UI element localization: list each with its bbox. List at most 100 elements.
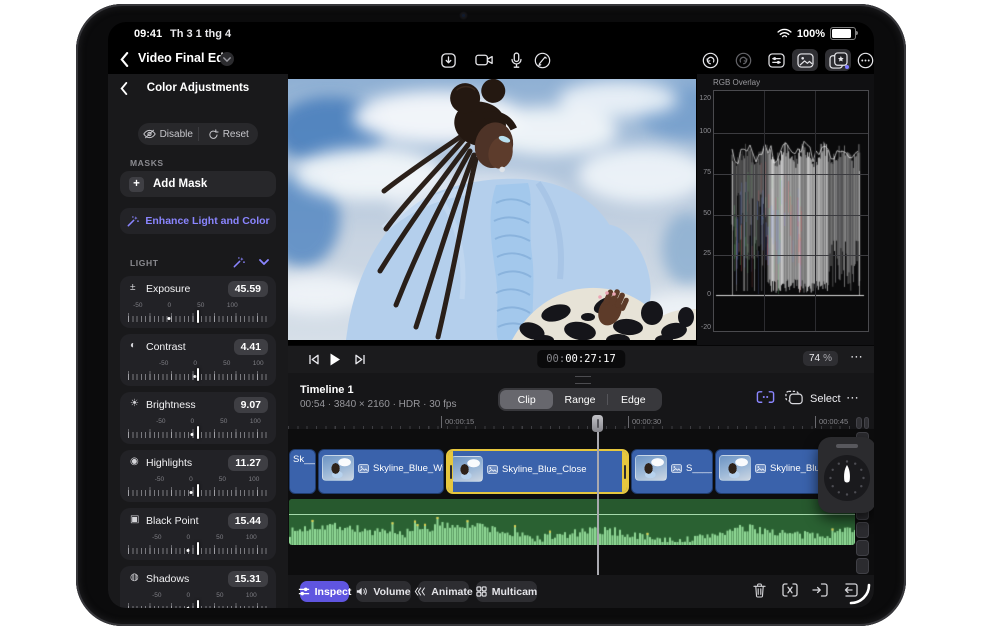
select-button[interactable]: Select — [810, 393, 841, 405]
panel-resize-grip[interactable] — [575, 376, 591, 384]
clip-content: Skyline_Blue_Wide — [322, 455, 444, 481]
split-clip-icon[interactable] — [782, 583, 798, 597]
slider-handle[interactable] — [197, 542, 199, 555]
scrollbar-segment[interactable] — [856, 540, 869, 556]
disable-button[interactable]: Disable — [138, 123, 198, 145]
segment-divider — [607, 394, 608, 405]
slider-row: ◐Contrast4.41 — [120, 339, 276, 357]
slider-ruler[interactable]: -50050100 — [128, 418, 268, 440]
trash-icon[interactable] — [753, 583, 766, 598]
slider-card-shadows[interactable]: ◍Shadows15.31-50050100 — [120, 566, 276, 608]
enhance-light-color-button[interactable]: Enhance Light and Color — [120, 208, 276, 234]
scope-y-tick: 25 — [698, 250, 711, 257]
scope-y-tick: 50 — [698, 210, 711, 217]
slider-ruler[interactable]: -50050100 — [128, 302, 268, 324]
ruler-tick-label: 0 — [190, 418, 194, 425]
slider-ruler[interactable]: -50050100 — [128, 534, 268, 556]
timeline-clip[interactable]: Skyline_Blue_Close — [446, 449, 629, 494]
timeline-clip[interactable]: Sk______ — [289, 449, 316, 494]
timeline-clip[interactable]: S______ — [631, 449, 713, 494]
slider-card-exposure[interactable]: ±Exposure45.59-50050100 — [120, 276, 276, 328]
slider-handle[interactable] — [197, 600, 199, 608]
timeline-more-icon[interactable]: ⋯ — [846, 390, 860, 406]
effects-icon[interactable] — [825, 49, 851, 71]
pencil-tool-icon[interactable] — [529, 49, 555, 71]
microphone-icon[interactable] — [503, 49, 529, 71]
slider-value[interactable]: 4.41 — [234, 339, 268, 355]
mode-range[interactable]: Range — [553, 390, 606, 409]
scope-y-tick: 100 — [698, 128, 711, 135]
undo-icon[interactable] — [697, 49, 723, 71]
slider-label: Black Point — [146, 515, 199, 527]
light-wand-icon[interactable] — [232, 256, 245, 269]
ruler-time-label: 00:00:45 — [815, 416, 848, 428]
timeline-ruler[interactable]: 00:00:1500:00:3000:00:45 — [288, 415, 855, 429]
slider-value[interactable]: 15.31 — [228, 571, 268, 587]
enhance-label: Enhance Light and Color — [145, 215, 269, 227]
insert-clip-icon[interactable] — [812, 583, 828, 597]
more-options-icon[interactable] — [852, 49, 874, 71]
project-title[interactable]: Video Final Edit — [138, 51, 232, 65]
slider-ruler[interactable]: -50050100 — [128, 592, 268, 608]
slider-card-black-point[interactable]: ▣Black Point15.44-50050100 — [120, 508, 276, 560]
light-section-header[interactable]: LIGHT — [108, 255, 288, 271]
slider-card-highlights[interactable]: ◉Highlights11.27-50050100 — [120, 450, 276, 502]
clip-trim-handle-right[interactable] — [622, 451, 627, 492]
slider-handle[interactable] — [197, 368, 199, 381]
tool-animate-button[interactable]: Animate — [418, 581, 469, 602]
camera-icon[interactable] — [471, 49, 497, 71]
video-preview[interactable] — [288, 74, 696, 345]
mode-edge[interactable]: Edge — [607, 390, 660, 409]
scrollbar-segment[interactable] — [856, 522, 869, 538]
reset-button[interactable]: Reset — [199, 123, 259, 145]
media-browser-icon[interactable] — [792, 49, 818, 71]
clip-thumbnail — [719, 455, 751, 481]
timeline-clip[interactable]: Skyline_Blue_Wide — [318, 449, 444, 494]
ruler-time-label: 00:00:15 — [441, 416, 474, 428]
scope-gridline — [714, 215, 868, 216]
back-chevron-icon[interactable] — [120, 52, 130, 68]
play-icon[interactable] — [329, 352, 341, 367]
mode-clip[interactable]: Clip — [500, 390, 553, 409]
scope-y-tick: 0 — [698, 291, 711, 298]
scope-gridline-v — [764, 91, 765, 331]
slider-value[interactable]: 45.59 — [228, 281, 268, 297]
jog-drag-handle[interactable] — [836, 444, 858, 448]
zoom-level[interactable]: 74% — [803, 351, 838, 366]
slider-handle[interactable] — [197, 310, 199, 323]
slider-ruler[interactable]: -50050100 — [128, 476, 268, 498]
jog-dial[interactable] — [824, 455, 870, 501]
slider-value[interactable]: 9.07 — [234, 397, 268, 413]
title-chevron-down-icon[interactable] — [220, 52, 234, 66]
wifi-icon — [777, 28, 792, 39]
tool-inspect-button[interactable]: Inspect — [300, 581, 349, 602]
slider-handle[interactable] — [197, 426, 199, 439]
skip-back-icon[interactable] — [308, 353, 320, 366]
tool-volume-button[interactable]: Volume — [356, 581, 411, 602]
clip-trim-handle-left[interactable] — [448, 451, 453, 492]
redo-icon[interactable] — [730, 49, 756, 71]
clip-content: Skyline_Blue_Close — [451, 456, 587, 482]
slider-card-contrast[interactable]: ◐Contrast4.41 -50050100 — [120, 334, 276, 386]
slider-value[interactable]: 11.27 — [228, 455, 268, 471]
adjustments-panel-icon[interactable] — [763, 49, 789, 71]
add-mask-button[interactable]: + Add Mask — [120, 171, 276, 197]
playhead-handle[interactable] — [592, 415, 603, 432]
exposure-icon: ± — [130, 282, 136, 293]
trim-tool-icon[interactable] — [756, 390, 775, 404]
light-collapse-chevron-icon[interactable] — [259, 259, 269, 265]
audio-volume-line[interactable] — [289, 514, 855, 515]
clip-label: Skyline_Blue_Wide — [373, 463, 444, 474]
clip-overlap-icon[interactable] — [785, 390, 804, 405]
import-icon[interactable] — [435, 49, 461, 71]
skip-forward-icon[interactable] — [354, 353, 366, 366]
tool-multicam-button[interactable]: Multicam — [476, 581, 537, 602]
slider-value[interactable]: 15.44 — [228, 513, 268, 529]
slider-handle[interactable] — [197, 484, 199, 497]
audio-clip[interactable] — [289, 499, 855, 545]
slider-card-brightness[interactable]: ☀Brightness9.07-50050100 — [120, 392, 276, 444]
slider-ruler[interactable]: -50050100 — [128, 360, 268, 382]
jog-wheel[interactable] — [818, 437, 874, 513]
viewer-more-icon[interactable]: ⋯ — [850, 349, 864, 365]
scrollbar-segment[interactable] — [856, 558, 869, 574]
